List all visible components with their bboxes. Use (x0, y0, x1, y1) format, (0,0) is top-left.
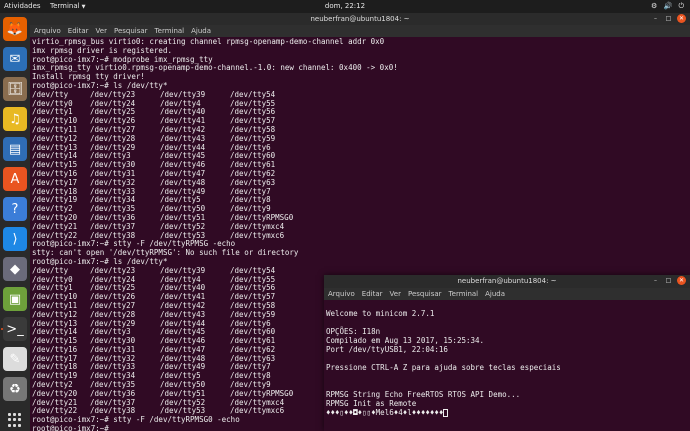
menu-item-pesquisar[interactable]: Pesquisar (114, 27, 148, 35)
maximize-icon[interactable]: □ (664, 276, 673, 285)
ls-row: /dev/tty16/dev/tty31/dev/tty47/dev/tty62 (32, 169, 398, 179)
terminal-icon[interactable]: >_ (3, 317, 27, 341)
menu-item-arquivo[interactable]: Arquivo (34, 27, 61, 35)
ls-row: /dev/tty13/dev/tty29/dev/tty44/dev/tty6 (32, 143, 398, 153)
menu-item-ver[interactable]: Ver (390, 290, 401, 298)
help-icon[interactable]: ? (3, 197, 27, 221)
ls-row: /dev/tty21/dev/tty37/dev/tty52/dev/ttymx… (32, 222, 398, 232)
rhythmbox-icon[interactable]: ♫ (3, 107, 27, 131)
thunderbird-icon[interactable]: ✉ (3, 47, 27, 71)
cursor (443, 409, 449, 417)
vscode-icon[interactable]: ⟩ (3, 227, 27, 251)
terminal-line: RPMSG String Echo FreeRTOS RTOS API Demo… (326, 390, 521, 399)
terminal-line: root@pico-imx7:~# ls /dev/tty* (32, 256, 168, 266)
dock: 🦊 ✉ 🗄 ♫ ▤ A? ⟩ ◆ ▣ >_ ✎ ♻ (0, 13, 30, 431)
terminal-line: Compilado em Aug 13 2017, 15:25:34. (326, 336, 485, 345)
title-bar[interactable]: neuberfran@ubuntu1804: ~ – □ ✕ (324, 275, 690, 288)
menu-item-ajuda[interactable]: Ajuda (191, 27, 211, 35)
title-bar[interactable]: neuberfran@ubuntu1804: ~ – □ ✕ (30, 13, 690, 25)
clock[interactable]: dom, 22:12 (0, 2, 690, 10)
text-editor-icon[interactable]: ✎ (3, 347, 27, 371)
menu-item-arquivo[interactable]: Arquivo (328, 290, 355, 298)
writer-icon[interactable]: ▤ (3, 137, 27, 161)
ls-row: /dev/tty14/dev/tty3/dev/tty45/dev/tty60 (32, 152, 398, 161)
window-title: neuberfran@ubuntu1804: ~ (310, 15, 410, 23)
ls-row: /dev/tty2/dev/tty35/dev/tty50/dev/tty9 (32, 204, 398, 214)
menu-bar: Arquivo Editar Ver Pesquisar Terminal Ajuda (324, 288, 690, 300)
show-applications-icon[interactable] (8, 413, 22, 427)
firefox-icon[interactable]: 🦊 (3, 17, 27, 41)
ls-row: /dev/tty/dev/tty23/dev/tty39/dev/tty54 (32, 90, 398, 100)
menu-item-terminal[interactable]: Terminal (155, 27, 185, 35)
ls-row: /dev/tty10/dev/tty26/dev/tty41/dev/tty57 (32, 116, 398, 126)
menu-item-pesquisar[interactable]: Pesquisar (408, 290, 442, 298)
maximize-icon[interactable]: □ (664, 14, 673, 23)
minimize-icon[interactable]: – (651, 14, 660, 23)
menu-item-terminal[interactable]: Terminal (449, 290, 479, 298)
window-title: neuberfran@ubuntu1804: ~ (457, 277, 557, 285)
package-icon[interactable]: ▣ (3, 287, 27, 311)
menu-item-ajuda[interactable]: Ajuda (485, 290, 505, 298)
minicom-terminal-window: neuberfran@ubuntu1804: ~ – □ ✕ Arquivo Ed… (324, 275, 690, 431)
terminal-line: Port /dev/ttyUSB1, 22:04:16 (326, 345, 448, 354)
ls-row: /dev/tty18/dev/tty33/dev/tty49/dev/tty7 (32, 187, 398, 197)
system-menu[interactable]: ⚙ 🔊 ⏻ (651, 2, 686, 11)
ls-row: /dev/tty11/dev/tty27/dev/tty42/dev/tty58 (32, 125, 398, 135)
menu-item-ver[interactable]: Ver (96, 27, 107, 35)
ls-row: /dev/tty12/dev/tty28/dev/tty43/dev/tty59 (32, 134, 398, 144)
terminal-line: OPÇÕES: I18n (326, 327, 381, 336)
files-icon[interactable]: 🗄 (3, 77, 27, 101)
ls-cell: /dev/ttymxc6 (230, 230, 285, 240)
terminal-line: ♦♦♦▯♦♦◘♦▯▯♦Mel6♦4♦l♦♦♦♦♦♦♦ (326, 408, 561, 417)
terminal-line: root@pico-imx7:~# ls /dev/tty* (32, 80, 168, 90)
close-icon[interactable]: ✕ (677, 14, 686, 23)
ls-cell: /dev/ttymxc6 (230, 406, 285, 416)
terminal-output[interactable]: Welcome to minicom 2.7.1 OPÇÕES: I18n Comp… (326, 309, 561, 417)
terminal-line: RPMSG Init as Remote (326, 399, 417, 408)
app-icon[interactable]: ◆ (3, 257, 27, 281)
close-icon[interactable]: ✕ (677, 276, 686, 285)
trash-icon[interactable]: ♻ (3, 377, 27, 401)
minimize-icon[interactable]: – (651, 276, 660, 285)
ls-row: /dev/tty0/dev/tty24/dev/tty4/dev/tty55 (32, 99, 398, 109)
ls-row: /dev/tty20/dev/tty36/dev/tty51/dev/ttyRP… (32, 213, 398, 223)
menu-item-editar[interactable]: Editar (68, 27, 89, 35)
terminal-line: Welcome to minicom 2.7.1 (326, 309, 435, 318)
ls-row: /dev/tty15/dev/tty30/dev/tty46/dev/tty61 (32, 160, 398, 170)
ls-row: /dev/tty17/dev/tty32/dev/tty48/dev/tty63 (32, 178, 398, 188)
menu-bar: Arquivo Editar Ver Pesquisar Terminal Ajuda (30, 25, 690, 37)
ls-row: /dev/tty19/dev/tty34/dev/tty5/dev/tty8 (32, 196, 398, 205)
terminal-line: Pressione CTRL-A Z para ajuda sobre tecl… (326, 363, 561, 372)
menu-item-editar[interactable]: Editar (362, 290, 383, 298)
active-indicator (1, 328, 3, 330)
ls-row: /dev/tty1/dev/tty25/dev/tty40/dev/tty56 (32, 108, 398, 117)
software-icon[interactable]: A (3, 167, 27, 191)
top-bar: Atividades Terminal ▼ dom, 22:12 ⚙ 🔊 ⏻ (0, 0, 690, 13)
